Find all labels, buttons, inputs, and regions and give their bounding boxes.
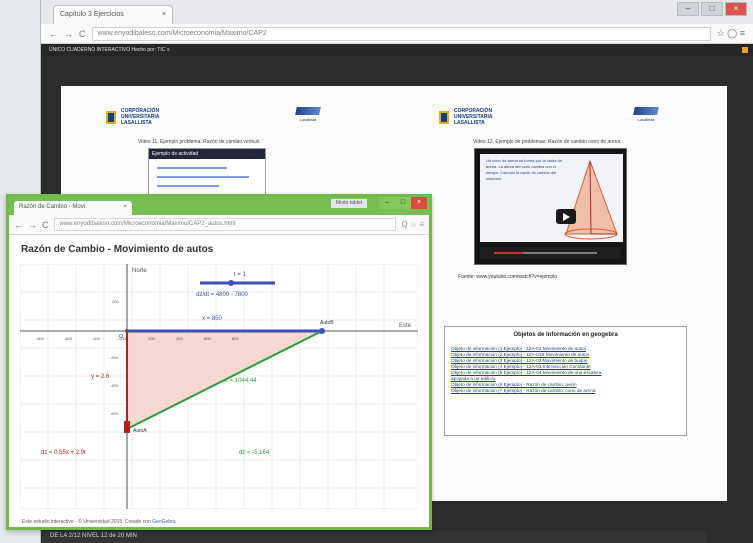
geogebra-link[interactable]: GeoGebra: [152, 519, 175, 525]
y-axis-label: Norte: [132, 268, 147, 274]
rate-expression-label: dz = 0.55x + 2.9t: [41, 450, 86, 456]
dz-value-label: dz = -5.164: [239, 450, 270, 456]
front-reload-icon[interactable]: C: [42, 220, 49, 230]
video-controls: [480, 247, 621, 259]
point-b[interactable]: [319, 328, 325, 334]
front-address-bar: ← → C www.enyodibaleso.com/Microeconomia…: [9, 215, 429, 235]
tablet-mode-button[interactable]: Modo tablet: [330, 199, 367, 208]
left-thumb-header: Ejemplo de actividad: [149, 149, 265, 159]
front-page-content: Razón de Cambio - Movimiento de autos No…: [9, 235, 429, 527]
scroll-up-icon[interactable]: [742, 47, 748, 53]
back-url-field[interactable]: www.enyodibaleso.com/Microeconomia/Maxim…: [91, 26, 711, 41]
front-active-tab[interactable]: Razón de Cambio - Movi ×: [14, 201, 132, 215]
left-secondary-logo: Lasallista: [295, 107, 321, 122]
right-book-page: CORPORACIÓN UNIVERSITARIA LASALLISTA Las…: [394, 86, 727, 501]
x-axis-label: Este: [399, 323, 412, 329]
back-close-button[interactable]: ×: [725, 2, 747, 16]
back-tab-close-icon[interactable]: ×: [162, 11, 166, 19]
info-link-list: Objeto de información (1 Ejemplo) - 12A-…: [451, 346, 680, 394]
front-title-bar: Razón de Cambio - Movi × Modo tablet – □…: [9, 197, 429, 215]
left-logo-line-3: LASALLISTA: [121, 120, 152, 126]
lasallista-mark-icon: [295, 107, 321, 115]
right-logo-line-3: LASALLISTA: [454, 120, 485, 126]
back-arrow-icon[interactable]: ←: [49, 29, 58, 39]
origin-point: [125, 329, 129, 333]
thumb-text-line: [157, 176, 249, 178]
x-tick-label: 600: [204, 336, 211, 341]
front-close-button[interactable]: ×: [411, 197, 427, 209]
page-footnote: Este estudio interactivo - © Universidad…: [22, 519, 176, 525]
slider-label: t = 1: [234, 272, 247, 278]
front-forward-arrow-icon[interactable]: →: [28, 220, 37, 230]
point-a[interactable]: [124, 421, 130, 433]
back-tab-title: Capítulo 3 Ejercicios: [60, 11, 124, 18]
video-frame: Un cono de arena se forma por la caída d…: [480, 154, 623, 242]
reload-icon[interactable]: C: [79, 29, 86, 39]
y-tick-label: -200: [110, 355, 119, 360]
y-tick-label: 200: [112, 299, 119, 304]
lasallista-mark-icon: [633, 107, 659, 115]
back-address-bar: ← → C www.enyodibaleso.com/Microeconomia…: [41, 24, 753, 44]
desktop-screen: Capítulo 3 Ejercicios × – □ × ← → C www.…: [0, 0, 753, 543]
back-minimize-button[interactable]: –: [677, 2, 699, 16]
front-browser-window: Razón de Cambio - Movi × Modo tablet – □…: [6, 194, 432, 530]
info-link[interactable]: Objeto de información (7 Ejemplo) - Razó…: [451, 388, 680, 394]
x-tick-label: -600: [64, 336, 73, 341]
video-progress-fill: [494, 252, 523, 254]
front-url-field[interactable]: www.enyodibaleso.com/Microeconomia/Maxim…: [53, 218, 397, 231]
front-toolbar-icons[interactable]: Q ☆ ≡: [401, 220, 424, 229]
x-tick-label: 400: [176, 336, 183, 341]
front-minimize-button[interactable]: –: [379, 197, 395, 209]
x-tick-label: 200: [148, 336, 155, 341]
book-top-title: ÚNICO CUADERNO INTERACTIVO Hecho por: TI…: [49, 47, 170, 53]
thumb-text-line: [157, 185, 219, 187]
z-value-label: z = 1044.44: [225, 378, 257, 384]
right-secondary-logo: Lasallista: [633, 107, 659, 122]
x-tick-label: 800: [232, 336, 239, 341]
back-window-controls: – □ ×: [677, 2, 747, 16]
x-tick-label: -800: [36, 336, 45, 341]
left-secondary-logo-text: Lasallista: [299, 117, 317, 122]
x-tick-label: -400: [92, 336, 101, 341]
book-top-bar: ÚNICO CUADERNO INTERACTIVO Hecho por: TI…: [41, 44, 753, 56]
video-progress-bar[interactable]: [494, 252, 597, 254]
x-value-label: x = 850: [202, 316, 223, 322]
back-maximize-button[interactable]: □: [701, 2, 723, 16]
point-a-label: AutoA: [133, 428, 147, 434]
front-window-controls: – □ ×: [379, 197, 427, 209]
video-problem-text: Un cono de arena se forma por la caída d…: [486, 158, 563, 181]
geogebra-graph[interactable]: Norte Este t = 1 dz/dt = 4800 - 7800 x =…: [20, 264, 418, 509]
x-tick-label: -200: [118, 336, 127, 341]
front-back-arrow-icon[interactable]: ←: [14, 220, 23, 230]
university-shield-icon: [106, 110, 116, 124]
play-button-icon[interactable]: [556, 209, 576, 224]
video-source-link[interactable]: Fuente: www.youtube.com/watch?v=ejemplo: [458, 274, 557, 280]
front-maximize-button[interactable]: □: [395, 197, 411, 209]
point-b-label: AutoB: [320, 320, 334, 326]
right-secondary-logo-text: Lasallista: [637, 117, 655, 122]
back-toolbar-icons[interactable]: ☆ ◯ ≡: [717, 28, 745, 39]
page-title: Razón de Cambio - Movimiento de autos: [21, 244, 214, 255]
y-value-label: y = 2.6: [91, 374, 110, 380]
front-tab-close-icon[interactable]: ×: [123, 204, 127, 212]
y-tick-label: -600: [110, 411, 119, 416]
embedded-video-player[interactable]: Un cono de arena se forma por la caída d…: [474, 148, 627, 265]
left-university-logo: CORPORACIÓN UNIVERSITARIA LASALLISTA: [106, 108, 186, 126]
back-tab-strip: Capítulo 3 Ejercicios × – □ ×: [41, 0, 753, 24]
thumb-text-line: [157, 167, 227, 169]
info-box-title: Objetos de Información en geogebra: [513, 332, 618, 338]
book-bottom-bar: DE LA 2/12 NIVEL 12 de 20 MIN: [42, 531, 707, 543]
forward-arrow-icon[interactable]: →: [64, 29, 73, 39]
time-slider-handle[interactable]: [228, 280, 234, 286]
back-active-tab[interactable]: Capítulo 3 Ejercicios ×: [53, 5, 173, 24]
right-university-logo: CORPORACIÓN UNIVERSITARIA LASALLISTA: [439, 108, 519, 126]
geogebra-info-box: Objetos de Información en geogebra Objet…: [444, 326, 687, 436]
left-page-caption: Video 11. Ejemplo problema: Razón de cam…: [138, 139, 260, 145]
front-tab-title: Razón de Cambio - Movi: [19, 204, 86, 210]
footnote-text: Este estudio interactivo - © Universidad…: [22, 519, 151, 525]
rate-formula: dz/dt = 4800 - 7800: [196, 292, 249, 298]
y-tick-label: -400: [110, 383, 119, 388]
right-page-caption: Video 12. Ejemplo de problemas: Razón de…: [473, 139, 621, 145]
university-shield-icon: [439, 110, 449, 124]
